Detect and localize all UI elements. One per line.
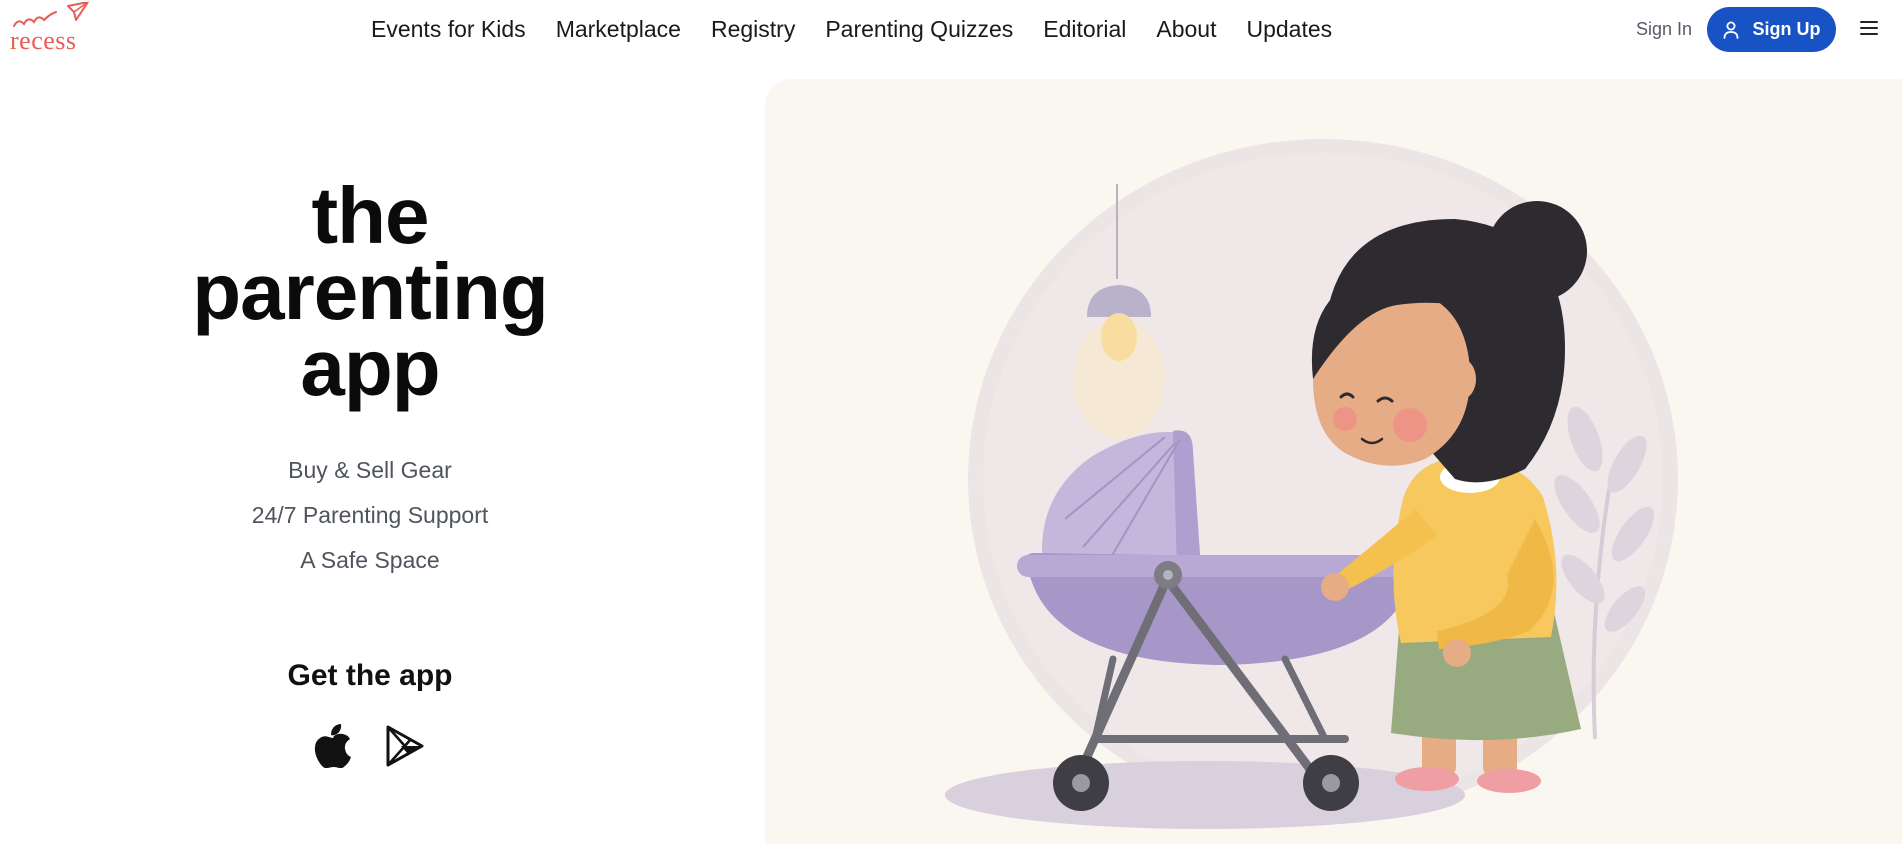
hero-title-line: the: [311, 171, 430, 260]
girl-with-pram-illustration: [945, 139, 1678, 829]
apple-icon[interactable]: [314, 722, 354, 773]
hero-illustration: [765, 79, 1902, 844]
sign-in-link[interactable]: Sign In: [1636, 17, 1692, 41]
feature-item: Buy & Sell Gear: [288, 457, 452, 483]
brand-name: recess: [10, 26, 77, 55]
nav-item-about[interactable]: About: [1156, 12, 1216, 46]
hero-title: the parenting app: [150, 171, 590, 412]
get-the-app-heading: Get the app: [287, 659, 453, 692]
main-nav: Events for Kids Marketplace Registry Par…: [371, 12, 1332, 46]
nav-item-parenting-quizzes[interactable]: Parenting Quizzes: [825, 12, 1013, 46]
nav-item-editorial[interactable]: Editorial: [1043, 12, 1126, 46]
google-play-icon[interactable]: [384, 725, 426, 772]
hero-title-line: parenting: [192, 247, 548, 336]
nav-item-marketplace[interactable]: Marketplace: [556, 12, 681, 46]
nav-item-registry[interactable]: Registry: [711, 12, 795, 46]
menu-icon[interactable]: [1860, 20, 1878, 36]
nav-item-events-for-kids[interactable]: Events for Kids: [371, 12, 526, 46]
app-store-links: [310, 722, 440, 770]
nav-item-updates[interactable]: Updates: [1246, 12, 1332, 46]
sign-up-label: Sign Up: [1752, 19, 1821, 39]
feature-item: 24/7 Parenting Support: [251, 502, 489, 528]
user-icon: [1723, 21, 1739, 39]
hero-title-line: app: [300, 323, 440, 412]
site-header: recess Events for Kids Marketplace Regis…: [0, 0, 1902, 58]
recess-logo[interactable]: recess: [8, 2, 98, 56]
feature-item: A Safe Space: [300, 547, 440, 573]
feature-list: Buy & Sell Gear 24/7 Parenting Support A…: [170, 448, 570, 583]
sign-up-button[interactable]: Sign Up: [1707, 7, 1836, 52]
